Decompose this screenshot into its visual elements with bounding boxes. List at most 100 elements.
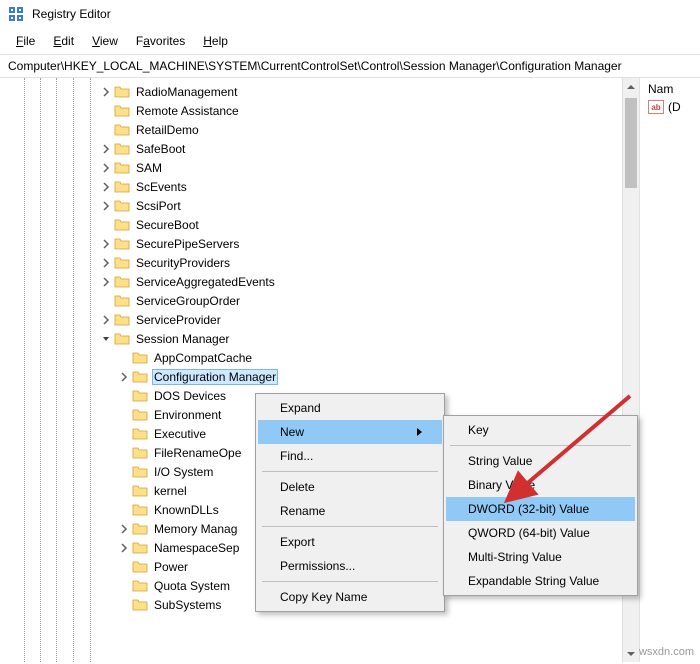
folder-icon [114,332,130,346]
menu-item[interactable]: Binary Value [446,473,635,497]
menu-item[interactable]: Delete [258,475,442,499]
expander-icon[interactable] [100,257,112,269]
expander-icon[interactable] [100,200,112,212]
menu-item-label: Copy Key Name [280,590,367,604]
folder-icon [132,351,148,365]
tree-item[interactable]: ScsiPort [0,196,639,215]
tree-item[interactable]: SecureBoot [0,215,639,234]
menu-item-label: Expandable String Value [468,574,599,588]
menu-separator [262,471,438,472]
menu-item-label: Permissions... [280,559,355,573]
tree-item[interactable]: ServiceProvider [0,310,639,329]
value-row-default[interactable]: ab (D [644,98,696,116]
folder-icon [132,541,148,555]
expander-icon[interactable] [100,314,112,326]
tree-item[interactable]: SecurityProviders [0,253,639,272]
values-column-header[interactable]: Nam [644,80,696,98]
context-menu-new: Key String ValueBinary ValueDWORD (32-bit… [443,415,638,596]
tree-item-label: KnownDLLs [152,502,221,518]
menu-edit[interactable]: Edit [45,30,82,52]
tree-item[interactable]: Configuration Manager [0,367,639,386]
tree-item[interactable]: SAM [0,158,639,177]
expander-icon[interactable] [118,542,130,554]
values-pane: Nam ab (D [640,78,700,662]
expander-icon[interactable] [100,86,112,98]
tree-item-label: NamespaceSep [152,540,241,556]
folder-icon [132,522,148,536]
menu-item[interactable]: Multi-String Value [446,545,635,569]
folder-icon [114,313,130,327]
menu-item-label: Multi-String Value [468,550,562,564]
folder-icon [132,446,148,460]
menu-item[interactable]: Rename [258,499,442,523]
menu-separator [262,581,438,582]
folder-icon [132,579,148,593]
menu-separator [450,445,631,446]
menu-item[interactable]: Find... [258,444,442,468]
expander-icon[interactable] [100,276,112,288]
folder-icon [132,503,148,517]
tree-item-label: SubSystems [152,597,223,613]
folder-icon [132,465,148,479]
menu-view[interactable]: View [84,30,126,52]
folder-icon [132,370,148,384]
menu-item-label: Rename [280,504,325,518]
watermark: wsxdn.com [639,646,694,658]
tree-item-label: SAM [134,160,164,176]
menu-item[interactable]: Key [446,418,635,442]
folder-icon [114,199,130,213]
menu-item[interactable]: Permissions... [258,554,442,578]
menubar: File Edit View Favorites Help [0,28,700,54]
folder-icon [114,180,130,194]
folder-icon [132,389,148,403]
tree-item-label: RetailDemo [134,122,201,138]
expander-icon[interactable] [100,143,112,155]
menu-item[interactable]: Copy Key Name [258,585,442,609]
tree-item[interactable]: ScEvents [0,177,639,196]
folder-icon [114,104,130,118]
tree-item-label: Power [152,559,190,575]
tree-item[interactable]: SecurePipeServers [0,234,639,253]
tree-item-label: FileRenameOpe [152,445,243,461]
tree-item[interactable]: ServiceAggregatedEvents [0,272,639,291]
folder-icon [114,237,130,251]
folder-icon [114,294,130,308]
tree-item[interactable]: Session Manager [0,329,639,348]
menu-item-label: Export [280,535,315,549]
menu-item[interactable]: Expand [258,396,442,420]
menu-item[interactable]: DWORD (32-bit) Value [446,497,635,521]
tree-item-label: DOS Devices [152,388,228,404]
tree-item[interactable]: SafeBoot [0,139,639,158]
tree-item-label: ServiceGroupOrder [134,293,242,309]
tree-item-label: ScsiPort [134,198,183,214]
expander-icon[interactable] [100,181,112,193]
menu-item[interactable]: String Value [446,449,635,473]
tree-item[interactable]: Remote Assistance [0,101,639,120]
tree-item-label: Quota System [152,578,232,594]
context-menu-key: ExpandNewFind... Delete Rename Export Permis… [255,393,445,612]
scroll-up-button[interactable] [623,78,639,95]
menu-item[interactable]: Expandable String Value [446,569,635,593]
menu-help[interactable]: Help [195,30,236,52]
folder-icon [114,85,130,99]
scroll-down-button[interactable] [623,645,639,662]
tree-item[interactable]: ServiceGroupOrder [0,291,639,310]
address-bar[interactable]: Computer\HKEY_LOCAL_MACHINE\SYSTEM\Curre… [0,54,700,78]
folder-icon [132,427,148,441]
menu-item[interactable]: New [258,420,442,444]
expander-icon[interactable] [100,333,112,345]
tree-item[interactable]: RadioManagement [0,82,639,101]
tree-item[interactable]: AppCompatCache [0,348,639,367]
menu-favorites[interactable]: Favorites [128,30,193,52]
menu-item[interactable]: Export [258,530,442,554]
tree-item[interactable]: RetailDemo [0,120,639,139]
app-icon [8,6,24,22]
menu-item[interactable]: QWORD (64-bit) Value [446,521,635,545]
menu-file[interactable]: File [8,30,43,52]
expander-icon[interactable] [118,371,130,383]
scroll-thumb[interactable] [625,98,637,188]
expander-icon[interactable] [100,238,112,250]
submenu-arrow-icon [417,428,422,436]
expander-icon[interactable] [100,162,112,174]
expander-icon[interactable] [118,523,130,535]
